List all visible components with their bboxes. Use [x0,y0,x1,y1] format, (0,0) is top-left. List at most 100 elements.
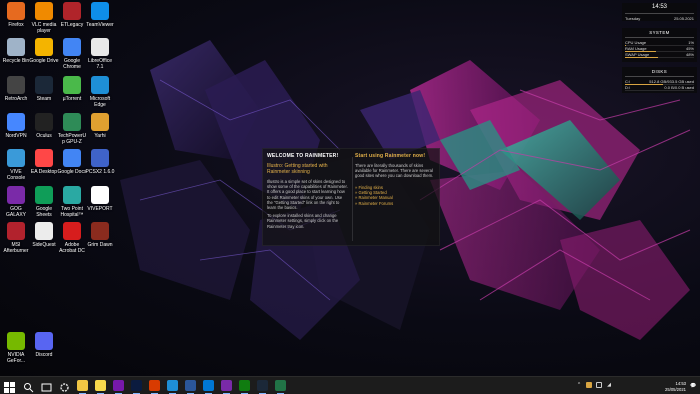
desktop-icon-label: VIVEPORT [87,206,113,212]
desktop-icon-teamviewer[interactable]: TeamViewer [85,2,115,28]
desktop-icon-label: Two Point Hospital™ [60,206,84,218]
clock-separator [625,13,694,14]
desktop-icon-label: Oculus [36,133,52,139]
swap-usage-row: SWAP Usage 48% [625,52,694,58]
desktop-icon-label: Yarhi [94,133,106,139]
desktop-icon-label: ETLegacy [60,22,84,28]
etlegacy-icon [63,2,81,20]
desktop-icon-label: NordVPN [5,133,27,139]
tray-date[interactable]: 25/05/2021 [662,387,686,392]
tray-time[interactable]: 14:53 [662,381,686,386]
taskbar-gog-galaxy-icon[interactable] [221,380,232,394]
desktop-icon-discord[interactable]: Discord [29,332,59,358]
desktop-icon-nvidia[interactable]: NVIDIA GeFor... [1,332,31,364]
desktop-icon-yarhi[interactable]: Yarhi [85,113,115,139]
desktop-icon-libreoffice[interactable]: LibreOffice 7.1 [85,38,115,70]
taskbar-word-icon[interactable] [185,380,196,394]
nordvpn-icon [7,113,25,131]
desktop-icon-viveport[interactable]: VIVEPORT [85,186,115,212]
desktop-icon-ea[interactable]: EA Desktop [29,149,59,175]
system-tray: ^ ◢ 14:53 25/05/2021 💬 [576,379,696,393]
desktop-icon-label: TeamViewer [86,22,114,28]
desktop-icon-gpuz[interactable]: TechPowerUp GPU-Z [57,113,87,145]
desktop-icon-label: Google Drive [29,58,59,64]
desktop-icon-google-sheets[interactable]: Google Sheets [29,186,59,218]
desktop-icon-gog-galaxy[interactable]: GOG GALAXY [1,186,31,218]
taskbar: ^ ◢ 14:53 25/05/2021 💬 [0,376,700,394]
desktop-icon-google-drive[interactable]: Google Drive [29,38,59,64]
taskbar-edge-icon[interactable] [167,380,178,394]
desktop-icon-sidequest[interactable]: SideQuest [29,222,59,248]
desktop-icon-label: Grim Dawn [87,242,113,248]
taskbar-office-icon[interactable] [149,380,160,394]
rainmeter-system-widget: SYSTEM CPU Usage 1% RAM Usage 45% SWAP U… [622,28,697,62]
rainmeter-welcome-right: Start using Rainmeter now! There are lit… [355,153,437,206]
taskbar-sticky-notes-icon[interactable] [95,380,106,394]
desktop-icon-recycle-bin[interactable]: Recycle Bin [1,38,31,64]
gpuz-icon [63,113,81,131]
taskbar-photoshop-icon[interactable] [131,380,142,394]
desktop-icon-label: RetroArch [4,96,28,102]
clock-time: 14:53 [651,4,667,10]
clock-date: 25.05.2021 [673,16,694,21]
firefox-icon [7,2,25,20]
google-docs-icon [63,149,81,167]
desktop-icon-nordvpn[interactable]: NordVPN [1,113,31,139]
desktop-icon-label: Discord [35,352,53,358]
desktop-icon-label: Steam [36,96,52,102]
taskbar-xbox-icon[interactable] [239,380,250,394]
sidequest-icon [35,222,53,240]
desktop-icon-acrobat[interactable]: Adobe Acrobat DC [57,222,87,254]
desktop-icon-etlegacy[interactable]: ETLegacy [57,2,87,28]
desktop-icon-steam[interactable]: Steam [29,76,59,102]
desktop-icon-google-docs[interactable]: Google Docs [57,149,87,175]
notification-center-icon[interactable]: 💬 [690,383,696,389]
desktop-icon-oculus[interactable]: Oculus [29,113,59,139]
desktop-icon-label: LibreOffice 7.1 [87,58,113,70]
desktop-icon-chrome[interactable]: Google Chrome [57,38,87,70]
desktop-icon-vive-console[interactable]: VIVE Console [1,149,31,181]
desktop-icon-utorrent[interactable]: µTorrent [57,76,87,102]
desktop-icon-label: SideQuest [32,242,56,248]
desktop-icon-label: Google Sheets [35,206,53,218]
two-point-hospital-icon [63,186,81,204]
taskbar-excel-icon[interactable] [275,380,286,394]
taskbar-windows-start-icon[interactable] [4,380,15,393]
taskbar-search-icon[interactable] [23,380,34,393]
taskbar-steam-icon[interactable] [257,380,268,394]
network-icon[interactable] [596,382,602,388]
taskbar-onenote-icon[interactable] [113,380,124,394]
desktop-icon-msi-afterburner[interactable]: MSI Afterburner [1,222,31,254]
taskbar-outlook-icon[interactable] [203,380,214,394]
desktop-icon-label: µTorrent [62,96,82,102]
rainmeter-illustro-subtitle: Illustro: Getting started with Rainmeter… [267,163,328,175]
taskbar-settings-icon[interactable] [59,380,70,392]
google-sheets-icon [35,186,53,204]
system-separator [625,37,694,38]
desktop-icon-edge[interactable]: Microsoft Edge [85,76,115,108]
viveport-icon [91,186,109,204]
rainmeter-welcome-title: WELCOME TO RAINMETER! [267,153,339,159]
msi-afterburner-icon [7,222,25,240]
desktop-icon-two-point-hospital[interactable]: Two Point Hospital™ [57,186,87,218]
desktop-icon-label: Firefox [8,22,24,28]
vlc-icon [35,2,53,20]
desktop-icon-grim-dawn[interactable]: Grim Dawn [85,222,115,248]
discord-icon [35,332,53,350]
google-drive-icon [35,38,53,56]
nvidia-icon [7,332,25,350]
desktop-icon-pcsx2[interactable]: PCSX2 1.6.0 [85,149,115,175]
clock-day: Tuesday [625,16,641,21]
taskbar-file-explorer-icon[interactable] [77,380,88,394]
rainmeter-tray-icon[interactable] [586,382,592,388]
volume-icon[interactable]: ◢ [606,382,612,388]
tray-chevron-icon[interactable]: ^ [576,382,582,388]
taskbar-task-view-icon[interactable] [41,380,52,392]
rainmeter-skins-text: There are literally thousands of skins a… [355,163,434,179]
desktop-icon-firefox[interactable]: Firefox [1,2,31,28]
disks-title: DISKS [651,69,668,74]
desktop-icon-vlc[interactable]: VLC media player [29,2,59,34]
rainmeter-forums-link[interactable]: » Rainmeter Forums [355,201,437,206]
system-title: SYSTEM [649,30,670,35]
desktop-icon-retroarch[interactable]: RetroArch [1,76,31,102]
